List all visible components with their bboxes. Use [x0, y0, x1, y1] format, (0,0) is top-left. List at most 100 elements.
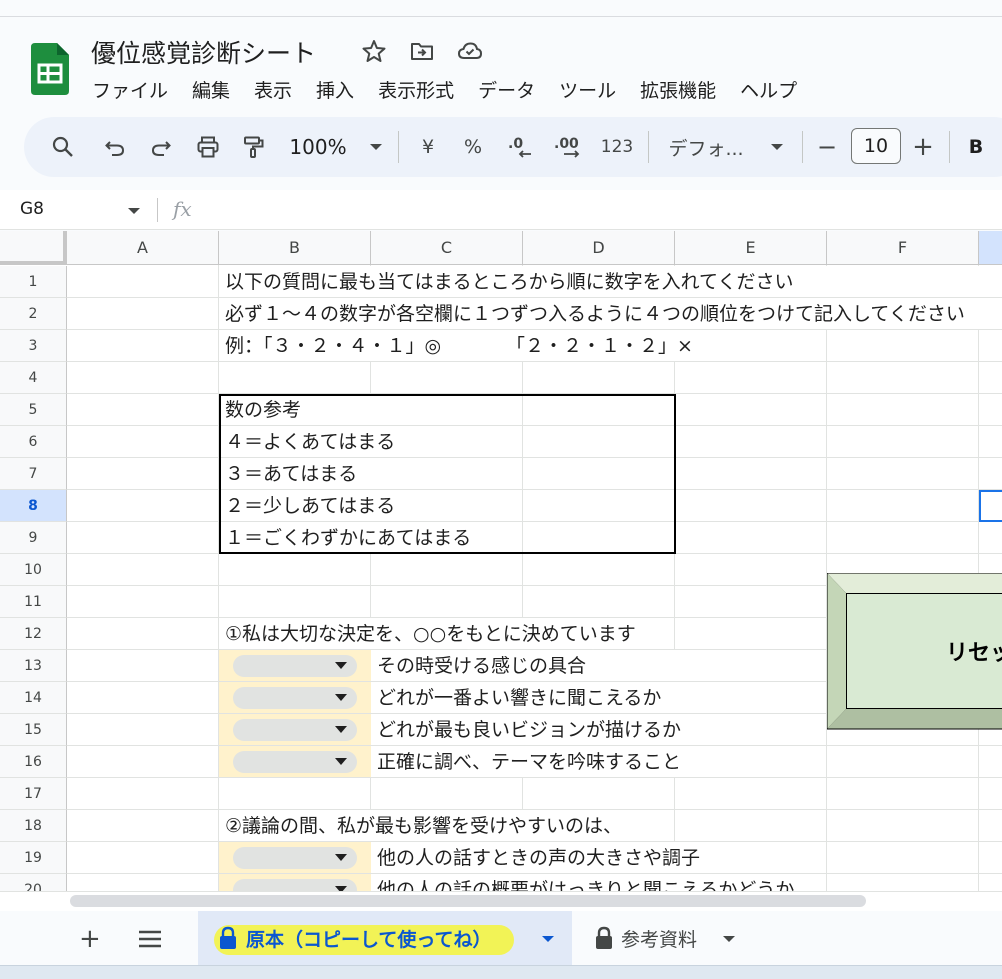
star-icon[interactable]	[361, 38, 387, 64]
decrease-decimal-icon: .0	[508, 136, 531, 158]
svg-text:.00: .00	[554, 136, 579, 152]
row-header-20[interactable]: 20	[0, 874, 67, 891]
dropdown-chip[interactable]	[233, 847, 357, 869]
dropdown-chip[interactable]	[233, 751, 357, 773]
option-q2-2: 他の人の話の概要がはっきりと聞こえるかどうか	[377, 879, 795, 891]
column-header-c[interactable]: C	[371, 231, 523, 265]
print-icon	[197, 136, 219, 158]
dropdown-chip[interactable]	[233, 719, 357, 741]
spreadsheet-grid[interactable]: A B C D E F 1 2 3 4 5 6 7 8 9 10 11 12 1…	[0, 231, 1002, 891]
sheet-tab-reference-label[interactable]: 参考資料	[621, 925, 697, 952]
chevron-down-icon[interactable]	[541, 934, 555, 944]
column-header-e[interactable]: E	[675, 231, 827, 265]
column-header-g[interactable]	[979, 231, 1002, 265]
cell-b1: 以下の質問に最も当てはまるところから順に数字を入れてください	[225, 271, 794, 293]
cell-b9: １＝ごくわずかにあてはまる	[225, 527, 472, 549]
add-sheet-button[interactable]: +	[79, 924, 101, 954]
sheets-logo-icon[interactable]	[31, 43, 69, 95]
document-title[interactable]: 優位感覚診断シート	[91, 34, 316, 70]
dropdown-chip[interactable]	[233, 879, 357, 891]
dropdown-arrow-icon	[335, 662, 347, 669]
font-size-decrease-button[interactable]: −	[814, 117, 840, 177]
row-header-12[interactable]: 12	[0, 618, 67, 650]
row-header-3[interactable]: 3	[0, 330, 67, 362]
dropdown-arrow-icon	[335, 694, 347, 701]
number-format-button[interactable]: 123	[598, 117, 636, 177]
dropdown-chip[interactable]	[233, 687, 357, 709]
all-sheets-menu-icon[interactable]	[138, 929, 162, 949]
sheet-tab-original-label[interactable]: 原本（コピーして使ってね）	[246, 925, 491, 952]
selected-cell-g8[interactable]	[979, 490, 1002, 522]
row-header-2[interactable]: 2	[0, 298, 67, 330]
row-header-18[interactable]: 18	[0, 810, 67, 842]
menu-view[interactable]: 表示	[254, 76, 304, 102]
font-size-increase-button[interactable]: +	[909, 117, 937, 177]
row-header-14[interactable]: 14	[0, 682, 67, 714]
rank-dropdown-q2-1[interactable]	[219, 842, 371, 873]
paint-format-button[interactable]	[238, 117, 270, 177]
rank-dropdown-q1-4[interactable]	[219, 746, 371, 777]
toolbar-divider	[802, 131, 803, 163]
font-family-select[interactable]: デフォ...	[664, 117, 788, 177]
currency-format-button[interactable]: ¥	[413, 117, 443, 177]
row-header-4[interactable]: 4	[0, 362, 67, 394]
fx-icon: fx	[173, 197, 192, 221]
cloud-saved-icon[interactable]	[457, 38, 483, 64]
menu-edit[interactable]: 編集	[192, 76, 242, 102]
zoom-select[interactable]: 100%	[286, 117, 386, 177]
row-header-7[interactable]: 7	[0, 458, 67, 490]
menu-help[interactable]: ヘルプ	[740, 76, 809, 102]
menu-insert[interactable]: 挿入	[316, 76, 366, 102]
select-all-corner[interactable]	[0, 231, 67, 265]
rank-dropdown-q2-2[interactable]	[219, 874, 371, 891]
row-header-8[interactable]: 8	[0, 490, 67, 522]
rank-dropdown-q1-2[interactable]	[219, 682, 371, 713]
menu-file[interactable]: ファイル	[92, 76, 180, 102]
row-header-16[interactable]: 16	[0, 746, 67, 778]
row-header-19[interactable]: 19	[0, 842, 67, 874]
column-header-a[interactable]: A	[67, 231, 219, 265]
dropdown-arrow-icon	[335, 726, 347, 733]
font-size-input[interactable]: 10	[851, 128, 901, 164]
question-1: ①私は大切な決定を、○○をもとに決めています	[225, 623, 636, 645]
cell-b3-left: 例：「３・２・４・１」◎	[225, 335, 442, 357]
dropdown-chip[interactable]	[233, 655, 357, 677]
decrease-decimal-button[interactable]: .0	[503, 117, 537, 177]
search-icon	[52, 136, 73, 157]
search-menus-button[interactable]	[48, 117, 78, 177]
column-header-b[interactable]: B	[219, 231, 371, 265]
row-header-1[interactable]: 1	[0, 266, 67, 298]
rank-dropdown-q1-3[interactable]	[219, 714, 371, 745]
dropdown-arrow-icon	[335, 854, 347, 861]
reset-button-label[interactable]: リセット	[946, 635, 1002, 667]
horizontal-scrollbar-thumb[interactable]	[70, 895, 866, 907]
row-header-9[interactable]: 9	[0, 522, 67, 554]
row-header-10[interactable]: 10	[0, 554, 67, 586]
toolbar: 100% ¥ % .0 .00 123 デフォ... − 10 + B	[24, 117, 1002, 177]
menu-bar: ファイル 編集 表示 挿入 表示形式 データ ツール 拡張機能 ヘルプ	[92, 76, 821, 102]
bold-button[interactable]: B	[964, 117, 988, 177]
row-header-13[interactable]: 13	[0, 650, 67, 682]
move-to-folder-icon[interactable]	[409, 38, 435, 64]
chevron-down-icon[interactable]	[722, 934, 736, 944]
row-header-6[interactable]: 6	[0, 426, 67, 458]
increase-decimal-button[interactable]: .00	[550, 117, 588, 177]
menu-tools[interactable]: ツール	[559, 76, 628, 102]
redo-button[interactable]	[146, 117, 176, 177]
row-header-15[interactable]: 15	[0, 714, 67, 746]
toolbar-divider	[398, 131, 399, 163]
menu-extensions[interactable]: 拡張機能	[640, 76, 728, 102]
column-header-f[interactable]: F	[827, 231, 979, 265]
rank-dropdown-q1-1[interactable]	[219, 650, 371, 681]
row-header-5[interactable]: 5	[0, 394, 67, 426]
chevron-down-icon[interactable]	[127, 206, 141, 216]
row-header-17[interactable]: 17	[0, 778, 67, 810]
name-box[interactable]: G8	[20, 199, 44, 219]
print-button[interactable]	[192, 117, 224, 177]
menu-format[interactable]: 表示形式	[378, 76, 466, 102]
undo-button[interactable]	[100, 117, 130, 177]
column-header-d[interactable]: D	[523, 231, 675, 265]
row-header-11[interactable]: 11	[0, 586, 67, 618]
menu-data[interactable]: データ	[478, 76, 547, 102]
percent-format-button[interactable]: %	[458, 117, 488, 177]
